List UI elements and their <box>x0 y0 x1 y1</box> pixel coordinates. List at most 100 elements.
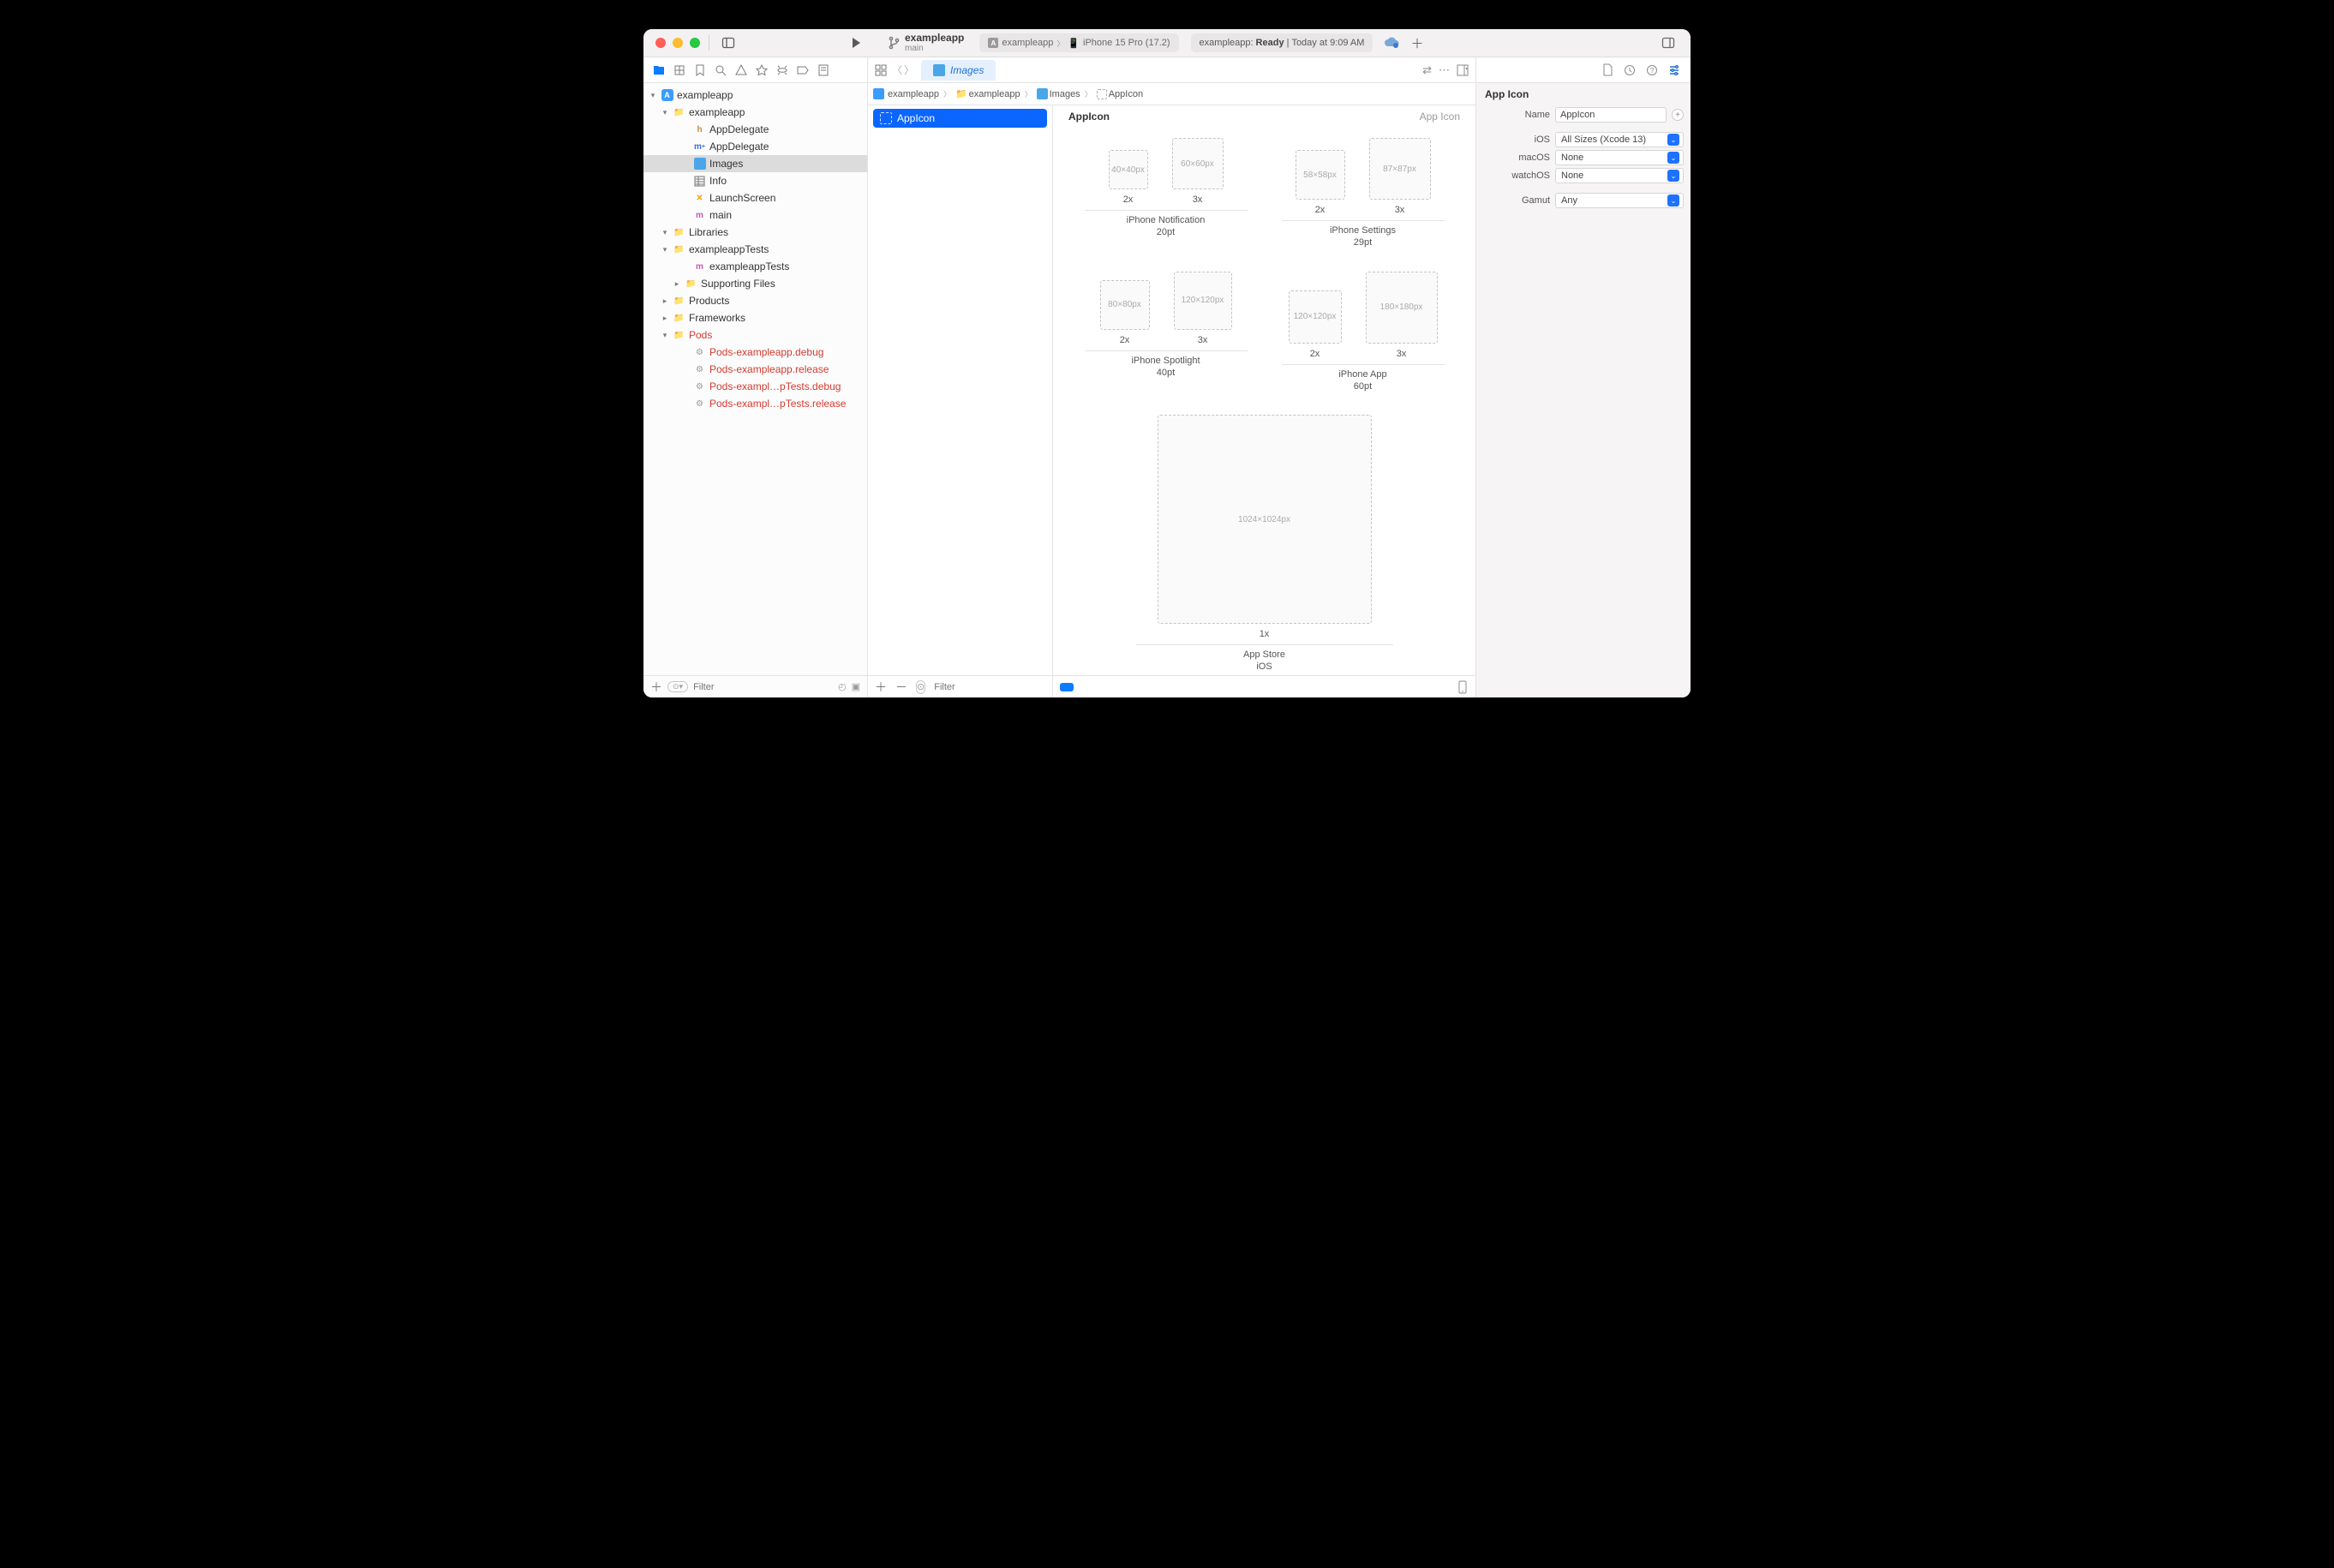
asset-filter-input[interactable] <box>934 682 1056 692</box>
recent-files-icon[interactable]: ◴ <box>838 681 847 692</box>
editor-tab-images[interactable]: Images <box>921 60 996 81</box>
tree-file-main[interactable]: mmain <box>643 206 867 224</box>
status-time: Today at 9:09 AM <box>1291 38 1364 48</box>
close-window-button[interactable] <box>655 38 666 48</box>
name-field[interactable]: AppIcon <box>1555 107 1667 123</box>
folder-icon: 📁 <box>673 243 685 256</box>
macos-select[interactable]: None⌄ <box>1555 150 1684 165</box>
scheme-device-name: iPhone 15 Pro (17.2) <box>1083 38 1170 48</box>
tree-file-appdelegate-m[interactable]: m+AppDelegate <box>643 138 867 155</box>
file-tree[interactable]: ▾Aexampleapp ▾📁exampleapp hAppDelegate m… <box>643 83 867 675</box>
remove-asset-button[interactable]: － <box>895 679 907 696</box>
scheme-selector[interactable]: A exampleapp 〉 📱 iPhone 15 Pro (17.2) <box>979 33 1178 52</box>
image-well-notification-2x[interactable]: 40×40px <box>1109 150 1148 189</box>
cloud-status-icon[interactable] <box>1383 37 1400 49</box>
sync-icon[interactable]: ⇄ <box>1422 63 1432 77</box>
image-well-spotlight-2x[interactable]: 80×80px <box>1100 280 1150 330</box>
tree-group-frameworks[interactable]: ▸📁Frameworks <box>643 309 867 326</box>
ios-select[interactable]: All Sizes (Xcode 13)⌄ <box>1555 132 1684 147</box>
add-file-button[interactable]: ＋ <box>650 679 662 696</box>
asset-item-appicon[interactable]: AppIcon <box>873 109 1047 128</box>
scale-label: 2x <box>1315 205 1326 215</box>
file-label: Images <box>709 158 743 170</box>
zoom-window-button[interactable] <box>690 38 700 48</box>
jump-seg-file[interactable]: Images <box>1050 89 1080 99</box>
image-well-spotlight-3x[interactable]: 120×120px <box>1174 272 1232 330</box>
library-add-button[interactable]: ＋ <box>1410 34 1423 52</box>
scm-status-icon[interactable]: ▣ <box>852 681 860 692</box>
bookmarks-navigator-icon[interactable] <box>693 63 707 77</box>
attributes-inspector-icon[interactable] <box>1668 64 1680 76</box>
image-well-settings-3x[interactable]: 87×87px <box>1369 138 1431 200</box>
tree-group-products[interactable]: ▸📁Products <box>643 292 867 309</box>
navigator-filter-input[interactable] <box>693 682 833 692</box>
activity-status[interactable]: exampleapp: Ready | Today at 9:09 AM <box>1191 33 1373 52</box>
device-icon: 📱 <box>1068 38 1080 49</box>
related-items-icon[interactable] <box>875 64 887 76</box>
tree-group-tests[interactable]: ▾📁exampleappTests <box>643 241 867 258</box>
tree-file-pods-0[interactable]: ⚙︎Pods-exampleapp.debug <box>643 344 867 361</box>
help-inspector-icon[interactable]: ? <box>1646 64 1658 76</box>
group-pt: 60pt <box>1354 381 1372 392</box>
chevron-updown-icon: ⌄ <box>1667 134 1679 146</box>
filter-scope-button[interactable]: ⊙▾ <box>667 681 688 692</box>
tree-root[interactable]: ▾Aexampleapp <box>643 87 867 104</box>
source-control-navigator-icon[interactable] <box>673 63 686 77</box>
jump-seg-group[interactable]: exampleapp <box>969 89 1020 99</box>
tree-file-pods-3[interactable]: ⚙︎Pods-exampl…pTests.release <box>643 395 867 412</box>
device-preview-icon[interactable] <box>1457 680 1469 694</box>
file-inspector-icon[interactable] <box>1602 63 1613 76</box>
group-label: Pods <box>689 329 712 341</box>
minimize-window-button[interactable] <box>673 38 683 48</box>
toggle-navigator-icon[interactable] <box>718 33 739 53</box>
breakpoint-navigator-icon[interactable] <box>796 63 810 77</box>
tree-group-libraries[interactable]: ▾📁Libraries <box>643 224 867 241</box>
image-well-settings-2x[interactable]: 58×58px <box>1296 150 1345 200</box>
group-name: iPhone Settings <box>1330 225 1396 236</box>
tree-file-pods-2[interactable]: ⚙︎Pods-exampl…pTests.debug <box>643 378 867 395</box>
project-navigator-icon[interactable] <box>652 63 666 77</box>
image-well-notification-3x[interactable]: 60×60px <box>1172 138 1224 189</box>
watchos-select[interactable]: None⌄ <box>1555 168 1684 183</box>
tree-file-pods-1[interactable]: ⚙︎Pods-exampleapp.release <box>643 361 867 378</box>
group-name: iPhone Spotlight <box>1131 356 1200 366</box>
test-navigator-icon[interactable] <box>755 63 769 77</box>
tree-file-launchscreen[interactable]: ✕LaunchScreen <box>643 189 867 206</box>
run-button[interactable] <box>850 37 862 49</box>
group-label: exampleapp <box>689 106 745 118</box>
source-control-branch[interactable]: exampleapp main <box>888 33 964 53</box>
tag-indicator[interactable] <box>1060 683 1074 691</box>
gamut-select[interactable]: Any⌄ <box>1555 193 1684 208</box>
tree-file-appdelegate-h[interactable]: hAppDelegate <box>643 121 867 138</box>
asset-canvas[interactable]: AppIcon App Icon 40×40px2x 60×60px3x iPh… <box>1053 105 1475 697</box>
add-asset-button[interactable]: ＋ <box>875 679 887 696</box>
tree-file-info[interactable]: Info <box>643 172 867 189</box>
tree-file-tests[interactable]: mexampleappTests <box>643 258 867 275</box>
toggle-inspector-icon[interactable] <box>1658 33 1679 53</box>
attributes-inspector: App Icon Name AppIcon + iOS All Sizes (X… <box>1476 83 1691 697</box>
image-well-appstore-1x[interactable]: 1024×1024px <box>1158 415 1372 624</box>
debug-navigator-icon[interactable] <box>775 63 789 77</box>
field-label: watchOS <box>1483 171 1550 181</box>
tree-group-pods[interactable]: ▾📁Pods <box>643 326 867 344</box>
add-variant-button[interactable]: + <box>1672 109 1684 121</box>
history-forward-button[interactable]: 〉 <box>904 63 914 77</box>
add-editor-icon[interactable] <box>1457 64 1469 76</box>
image-well-app-2x[interactable]: 120×120px <box>1289 290 1342 344</box>
issue-navigator-icon[interactable] <box>734 63 748 77</box>
history-inspector-icon[interactable] <box>1624 64 1636 76</box>
jump-seg-item[interactable]: AppIcon <box>1109 89 1143 99</box>
jump-bar[interactable]: exampleapp〉 📁 exampleapp〉 Images〉 AppIco… <box>868 83 1475 105</box>
group-label: Supporting Files <box>701 278 775 290</box>
image-well-app-3x[interactable]: 180×180px <box>1366 272 1438 344</box>
tree-group-app[interactable]: ▾📁exampleapp <box>643 104 867 121</box>
report-navigator-icon[interactable] <box>817 63 830 77</box>
status-state: Ready <box>1256 38 1284 48</box>
find-navigator-icon[interactable] <box>714 63 727 77</box>
jump-seg-project[interactable]: exampleapp <box>888 89 939 99</box>
history-back-button[interactable]: 〈 <box>892 63 902 77</box>
tree-file-images[interactable]: Images <box>643 155 867 172</box>
editor-options-icon[interactable]: ⋯ <box>1439 63 1450 77</box>
asset-catalog-icon <box>933 64 945 76</box>
tree-group-supporting[interactable]: ▸📁Supporting Files <box>643 275 867 292</box>
